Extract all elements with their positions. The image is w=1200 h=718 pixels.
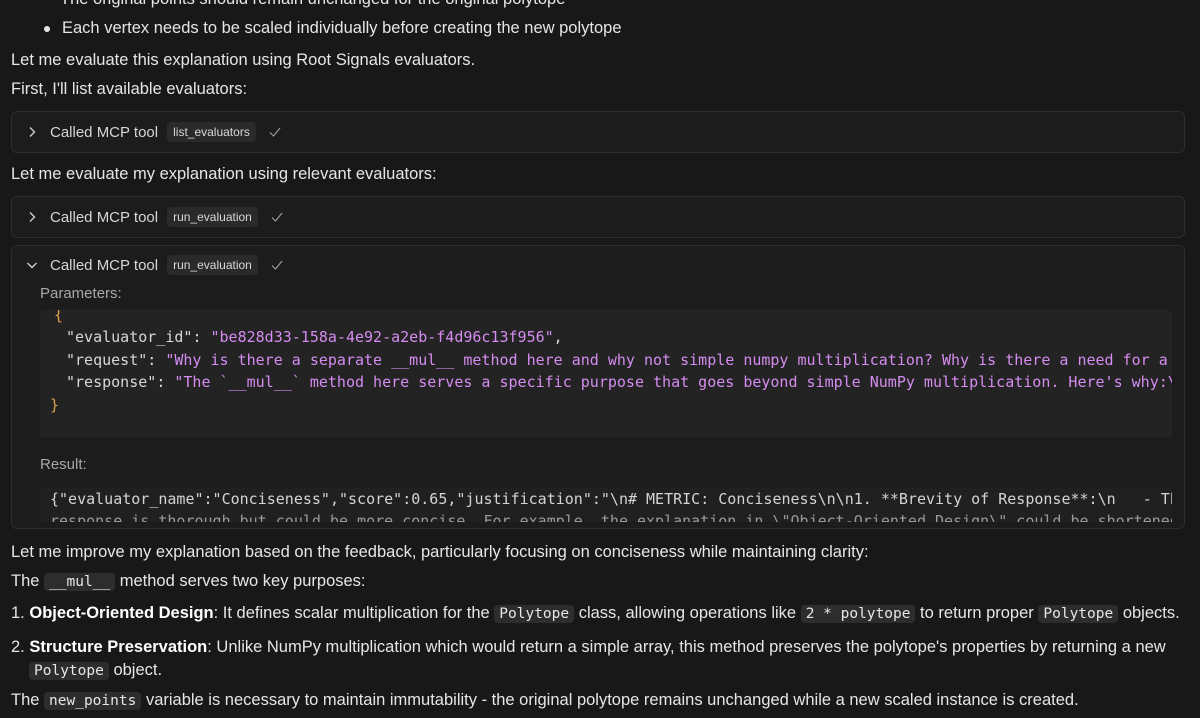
bullet-item: Each vertex needs to be scaled individua… <box>44 17 622 39</box>
text-span: object. <box>113 661 163 679</box>
parameters-label: Parameters: <box>40 285 122 302</box>
tool-name-badge: list_evaluators <box>167 122 256 142</box>
inline-code: Polytope <box>494 605 575 623</box>
cut-off-text-line: The original points should remain unchan… <box>60 0 565 10</box>
chevron-right-icon <box>24 209 40 225</box>
text-span: objects. <box>1122 604 1180 622</box>
message-line: Let me evaluate my explanation using rel… <box>11 165 437 183</box>
tool-call-label: Called MCP tool <box>50 123 159 141</box>
message-line: Let me evaluate this explanation using R… <box>11 51 476 69</box>
inline-code: Polytope <box>1038 605 1119 623</box>
json-close-brace: } <box>50 396 60 414</box>
numbered-item: 2. Structure Preservation: Unlike NumPy … <box>11 636 1191 683</box>
message-line: The new_points variable is necessary to … <box>11 689 1079 712</box>
tool-call-header[interactable]: Called MCP tool list_evaluators <box>24 122 282 142</box>
result-line: {"evaluator_name":"Conciseness","score":… <box>50 490 1172 508</box>
inline-code: 2 * polytope <box>800 605 916 623</box>
inline-code: new_points <box>44 692 142 710</box>
text-span: to return proper <box>920 604 1034 622</box>
result-output[interactable]: {"evaluator_name":"Conciseness","score":… <box>40 488 1172 522</box>
json-open-brace: { <box>54 310 64 324</box>
check-icon <box>270 210 284 224</box>
tool-name-badge: run_evaluation <box>167 207 258 227</box>
parameters-json[interactable]: { "evaluator_id": "be828d33-158a-4e92-a2… <box>40 310 1172 438</box>
text-span: The <box>11 691 40 709</box>
json-param-line: "evaluator_id": "be828d33-158a-4e92-a2eb… <box>66 328 563 346</box>
text-span: variable is necessary to maintain immuta… <box>145 691 1079 709</box>
chevron-down-icon <box>24 257 40 273</box>
item-heading: Structure Preservation <box>29 638 208 656</box>
tool-name-badge: run_evaluation <box>167 255 258 275</box>
chevron-right-icon <box>24 124 40 140</box>
tool-call-card[interactable]: Called MCP tool run_evaluation <box>11 196 1185 238</box>
check-icon <box>268 125 282 139</box>
tool-call-card[interactable]: Called MCP tool list_evaluators <box>11 111 1185 153</box>
text-span: method serves two key purposes: <box>119 572 366 590</box>
text-span: class, allowing operations like <box>578 604 797 622</box>
bullet-text: Each vertex needs to be scaled individua… <box>62 19 622 37</box>
text-span: : It defines scalar multiplication for t… <box>213 604 490 622</box>
item-number: 1. <box>11 604 25 622</box>
inline-code: __mul__ <box>44 573 116 591</box>
text-span: : Unlike NumPy multiplication which woul… <box>207 638 1166 656</box>
message-line: Let me improve my explanation based on t… <box>11 543 869 561</box>
item-heading: Object-Oriented Design <box>29 604 214 622</box>
tool-call-header[interactable]: Called MCP tool run_evaluation <box>24 207 284 227</box>
numbered-item: 1. Object-Oriented Design: It defines sc… <box>11 602 1180 625</box>
check-icon <box>270 258 284 272</box>
result-label: Result: <box>40 456 87 473</box>
result-line: response is thorough but could be more c… <box>50 512 1172 522</box>
bullet-dot <box>44 25 50 32</box>
inline-code: Polytope <box>29 662 109 680</box>
json-param-line: "response": "The `__mul__` method here s… <box>66 373 1172 391</box>
tool-call-label: Called MCP tool <box>50 256 159 274</box>
json-param-line: "request": "Why is there a separate __mu… <box>66 351 1172 369</box>
text-span: The <box>11 572 40 590</box>
tool-call-card-expanded: Called MCP tool run_evaluation Parameter… <box>11 245 1185 529</box>
tool-call-label: Called MCP tool <box>50 208 159 226</box>
tool-call-header[interactable]: Called MCP tool run_evaluation <box>24 255 284 275</box>
message-line: The __mul__ method serves two key purpos… <box>11 570 366 593</box>
message-line: First, I'll list available evaluators: <box>11 80 248 98</box>
item-number: 2. <box>11 638 25 656</box>
